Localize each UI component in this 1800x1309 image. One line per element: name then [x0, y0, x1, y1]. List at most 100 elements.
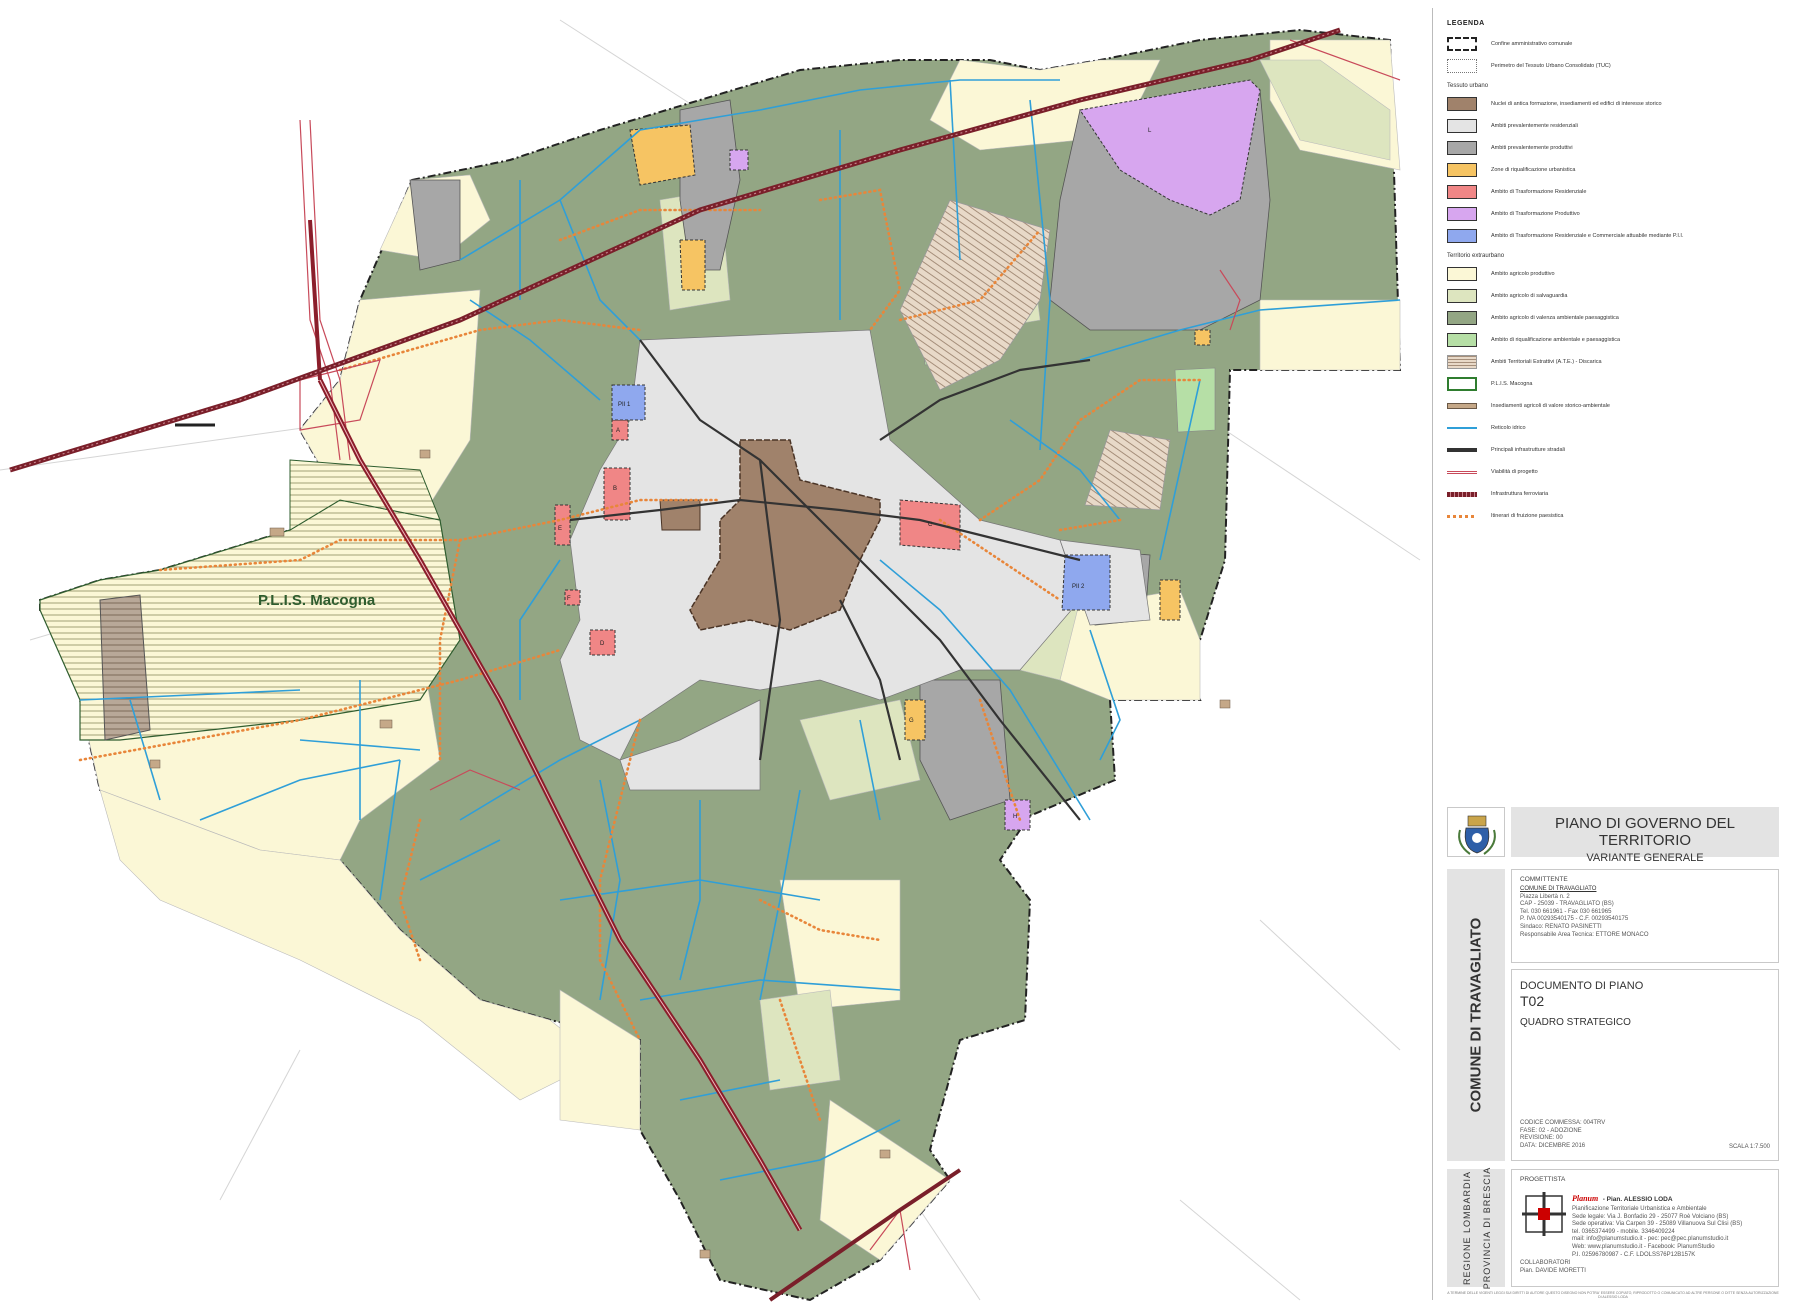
plan-title: PIANO DI GOVERNO DEL TERRITORIO VARIANTE… — [1511, 807, 1779, 864]
documento-box: DOCUMENTO DI PIANO T02 QUADRO STRATEGICO… — [1511, 969, 1779, 1161]
documento-label: DOCUMENTO DI PIANO — [1520, 980, 1644, 992]
legend-item: Ambito di Trasformazione Residenziale e … — [1447, 225, 1783, 247]
legend-swatch — [1447, 59, 1477, 73]
progettista-details: Planum - Pian. ALESSIO LODA Pianificazio… — [1572, 1188, 1772, 1259]
legend-swatch — [1447, 289, 1477, 303]
committente-line: CAP - 25039 - TRAVAGLIATO (BS) — [1520, 901, 1614, 908]
legend-label: Confine amministrativo comunale — [1491, 41, 1573, 47]
committente-line: Piazza Libertà n. 2 — [1520, 893, 1570, 900]
meta-line: DATA: DICEMBRE 2016 — [1520, 1142, 1586, 1149]
legend-swatch — [1447, 333, 1477, 347]
legend-item: Ambiti prevalentemente produttivi — [1447, 137, 1783, 159]
emblem — [1447, 807, 1505, 857]
zone-letter: PII 1 — [618, 402, 631, 408]
legend-item: Ambito di Trasformazione Produttivo — [1447, 203, 1783, 225]
legend-item: Ambito agricolo produttivo — [1447, 263, 1783, 285]
legend-item: Ambiti Territoriali Estrattivi (A.T.E.) … — [1447, 351, 1783, 373]
legend-section-urbano: Tessuto urbano — [1447, 83, 1489, 89]
legend-item: Nuclei di antica formazione, insediament… — [1447, 93, 1783, 115]
prog-line: Sede operativa: Via Carpen 39 - 25089 Vi… — [1572, 1221, 1743, 1228]
legend-item: Infrastruttura ferroviaria — [1447, 483, 1783, 505]
meta-line: FASE: 02 - ADOZIONE — [1520, 1127, 1582, 1134]
committente-line: Tel. 030 661961 - Fax 030 661965 — [1520, 908, 1612, 915]
legend-label: Insediamenti agricoli di valore storico-… — [1491, 403, 1610, 409]
map-canvas[interactable]: PII 1 A B C D E F G H L PII 2 P.L.I.S. M… — [0, 0, 1430, 1309]
legend-item: Itinerari di fruizione paesistica — [1447, 505, 1783, 527]
legend-item: P.L.I.S. Macogna — [1447, 373, 1783, 395]
prog-line: Web: www.planumstudio.it - Facebook: Pla… — [1572, 1243, 1715, 1250]
legend-swatch — [1447, 427, 1477, 429]
prog-line: Pianificazione Territoriale Urbanistica … — [1572, 1206, 1707, 1212]
prog-line: Sede legale: Via J. Bonfadio 29 - 25077 … — [1572, 1213, 1729, 1220]
legend-label: Ambito di Trasformazione Residenziale e … — [1491, 233, 1684, 239]
documento-name: QUADRO STRATEGICO — [1520, 1017, 1631, 1028]
legend-swatch — [1447, 448, 1477, 452]
legend-swatch — [1447, 470, 1477, 474]
legend-item: Viabilità di progetto — [1447, 461, 1783, 483]
legend-label: Zone di riqualificazione urbanistica — [1491, 167, 1576, 173]
legend-label: Ambiti Territoriali Estrattivi (A.T.E.) … — [1491, 359, 1602, 365]
progettista-name: - Pian. ALESSIO LODA — [1602, 1196, 1673, 1203]
legend-label: Ambito di Trasformazione Residenziale — [1491, 189, 1587, 195]
legend-item: Ambito di riqualificazione ambientale e … — [1447, 329, 1783, 351]
documento-meta: CODICE COMMESSA: 004TRV FASE: 02 - ADOZI… — [1520, 1120, 1605, 1150]
title-block: PIANO DI GOVERNO DEL TERRITORIO VARIANTE… — [1433, 793, 1793, 1300]
legend: LEGENDA Confine amministrativo comunale P… — [1433, 8, 1793, 788]
comune-vertical-text: COMUNE DI TRAVAGLIATO — [1467, 917, 1485, 1113]
legend-swatch — [1447, 267, 1477, 281]
legend-swatch — [1447, 97, 1477, 111]
legend-swatch — [1447, 119, 1477, 133]
provincia-text: PROVINCIA DI BRESCIA — [1482, 1166, 1492, 1290]
zone-letter: F — [567, 596, 571, 602]
legend-item: Insediamenti agricoli di valore storico-… — [1447, 395, 1783, 417]
legend-label: Ambito agricolo di salvaguardia — [1491, 293, 1568, 299]
plan-title-text: PIANO DI GOVERNO DEL TERRITORIO — [1554, 815, 1736, 849]
legend-item: Ambito di Trasformazione Residenziale — [1447, 181, 1783, 203]
copyright-note: A TERMINE DELLE VIGENTI LEGGI SUI DIRITT… — [1447, 1291, 1779, 1299]
prog-line: mail: info@planumstudio.it - pec: pec@pe… — [1572, 1236, 1729, 1243]
prog-line: tel. 0365374499 - mobile. 3346409224 — [1572, 1228, 1675, 1235]
legend-item: Ambiti prevalentemente residenziali — [1447, 115, 1783, 137]
legend-label: P.L.I.S. Macogna — [1491, 381, 1533, 387]
legend-swatch — [1447, 403, 1477, 409]
plan-subtitle: VARIANTE GENERALE — [1586, 852, 1704, 864]
zone-letter: E — [558, 526, 562, 532]
legend-item: Perimetro del Tessuto Urbano Consolidato… — [1447, 55, 1783, 77]
zone-letter: A — [616, 428, 620, 434]
planum-brand: Planum — [1572, 1194, 1599, 1203]
legend-item: Confine amministrativo comunale — [1447, 33, 1783, 55]
planum-logo-icon — [1522, 1192, 1566, 1236]
legend-item: Ambito agricolo di valenza ambientale pa… — [1447, 307, 1783, 329]
legend-label: Principali infrastrutture stradali — [1491, 447, 1565, 453]
committente-line: Sindaco: RENATO PASINETTI — [1520, 923, 1602, 930]
zone-letter: H — [1013, 814, 1017, 820]
zone-letter: C — [928, 522, 933, 528]
legend-label: Reticolo idrico — [1491, 425, 1526, 431]
committente-box: COMMITTENTE COMUNE DI TRAVAGLIATO Piazza… — [1511, 869, 1779, 963]
legend-swatch — [1447, 37, 1477, 51]
legend-label: Nuclei di antica formazione, insediament… — [1491, 101, 1662, 107]
legend-item: Principali infrastrutture stradali — [1447, 439, 1783, 461]
zone-letter: PII 2 — [1072, 584, 1085, 590]
legend-swatch — [1447, 377, 1477, 391]
collab-heading: COLLABORATORI — [1520, 1260, 1571, 1266]
legend-swatch — [1447, 491, 1477, 497]
zone-letter: D — [600, 641, 605, 647]
historic-small — [659, 499, 701, 531]
legend-item: Reticolo idrico — [1447, 417, 1783, 439]
legend-title: LEGENDA — [1447, 20, 1485, 27]
committente-name: COMUNE DI TRAVAGLIATO — [1520, 886, 1597, 892]
zone-letter: B — [613, 486, 617, 492]
legend-swatch — [1447, 163, 1477, 177]
legend-label: Ambiti prevalentemente residenziali — [1491, 123, 1578, 129]
legend-section-extraurbano: Territorio extraurbano — [1447, 253, 1505, 259]
prog-line: P.I. 02596780987 - C.F. LDOLSS76P12B157K — [1572, 1251, 1696, 1258]
legend-swatch — [1447, 185, 1477, 199]
legend-label: Itinerari di fruizione paesistica — [1491, 513, 1564, 519]
legend-swatch — [1447, 311, 1477, 325]
scale-label: SCALA 1:7.500 — [1728, 1144, 1770, 1150]
legend-label: Viabilità di progetto — [1491, 469, 1538, 475]
legend-label: Ambiti prevalentemente produttivi — [1491, 145, 1573, 151]
legend-item: Zone di riqualificazione urbanistica — [1447, 159, 1783, 181]
committente-heading: COMMITTENTE — [1520, 876, 1568, 883]
